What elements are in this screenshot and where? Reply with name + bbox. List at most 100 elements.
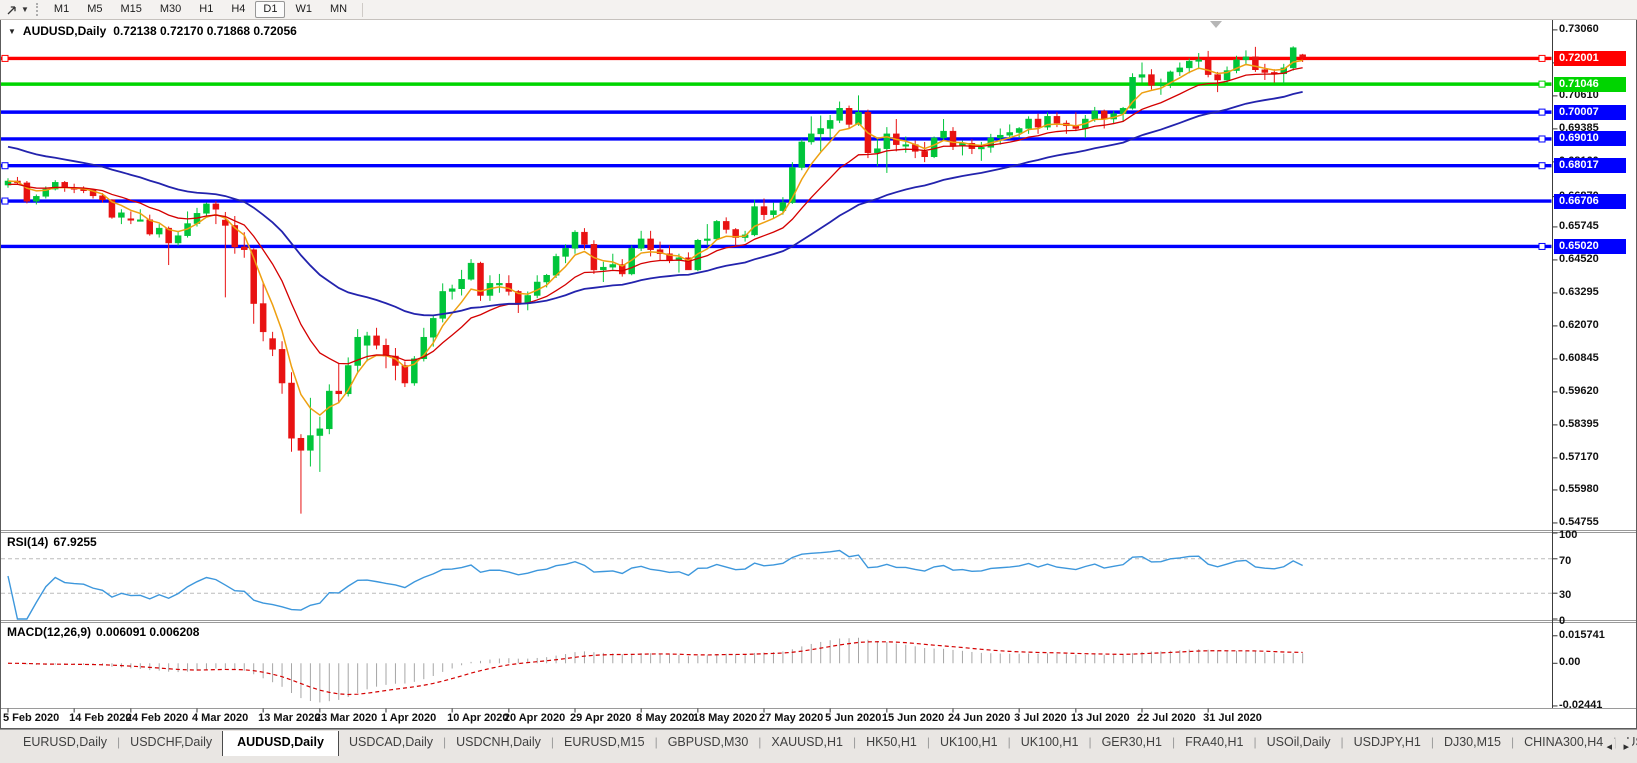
- rsi-name: RSI(14): [7, 535, 48, 549]
- date-axis-label: 8 May 2020: [636, 712, 694, 724]
- symbol-dropdown-icon[interactable]: ▼: [8, 27, 16, 36]
- tab-eurusd-daily[interactable]: EURUSD,Daily: [13, 731, 117, 753]
- timeframe-buttons-group: M1M5M15M30H1H4D1W1MN: [45, 1, 356, 18]
- timeframe-button-D1[interactable]: D1: [255, 1, 285, 18]
- tab-uk100-h1[interactable]: UK100,H1: [1011, 731, 1089, 753]
- symbol-period-label: AUDUSD,Daily: [23, 24, 106, 38]
- date-axis-label: 1 Apr 2020: [381, 712, 436, 724]
- hline-handle: [1539, 55, 1545, 61]
- hline-price-badge: 0.69010: [1554, 131, 1626, 146]
- chart-title: ▼ AUDUSD,Daily 0.72138 0.72170 0.71868 0…: [8, 24, 297, 38]
- symbol-tabs: EURUSD,Daily|USDCHF,DailyAUDUSD,DailyUSD…: [0, 731, 1637, 758]
- date-axis-label: 20 Apr 2020: [504, 712, 565, 724]
- chart-overlay: ▼ AUDUSD,Daily 0.72138 0.72170 0.71868 0…: [0, 0, 1637, 730]
- price-axis-tick: 0.65745: [1559, 220, 1599, 233]
- hline-price-badge: 0.65020: [1554, 239, 1626, 254]
- macd-signal-line: [8, 642, 1303, 695]
- tab-fra40-h1[interactable]: FRA40,H1: [1175, 731, 1253, 753]
- hline-price-badge: 0.71046: [1554, 77, 1626, 92]
- price-axis-tick: 0.58395: [1559, 418, 1599, 431]
- hline-handle: [1539, 136, 1545, 142]
- rsi-axis-label: 30: [1559, 589, 1571, 602]
- timeframe-button-M1[interactable]: M1: [46, 1, 77, 18]
- rsi-indicator-label: RSI(14)67.9255: [7, 535, 102, 549]
- tab-eurusd-m15[interactable]: EURUSD,M15: [554, 731, 655, 753]
- date-axis-label: 24 Feb 2020: [126, 712, 188, 724]
- tab-usdchf-daily[interactable]: USDCHF,Daily: [120, 731, 222, 753]
- timeframe-button-W1[interactable]: W1: [287, 1, 320, 18]
- macd-axis-label: -0.02441: [1559, 699, 1602, 712]
- macd-indicator-label: MACD(12,26,9)0.006091 0.006208: [7, 625, 204, 639]
- price-axis-tick: 0.68160: [1559, 155, 1599, 168]
- price-axis-tick: 0.55980: [1559, 483, 1599, 496]
- hline-handle: [2, 55, 8, 61]
- price-axis-tick: 0.59620: [1559, 385, 1599, 398]
- macd-histogram: [8, 638, 1303, 703]
- timeframe-button-H4[interactable]: H4: [223, 1, 253, 18]
- date-axis-label: 13 Jul 2020: [1071, 712, 1130, 724]
- chart-canvas: [0, 0, 1637, 730]
- tab-audusd-daily[interactable]: AUDUSD,Daily: [222, 731, 339, 756]
- date-axis-label: 22 Jul 2020: [1137, 712, 1196, 724]
- hline-handle: [2, 163, 8, 169]
- toolbar-separator: [362, 3, 363, 17]
- date-axis-label: 5 Jun 2020: [825, 712, 881, 724]
- tab-usoil-daily[interactable]: USOil,Daily: [1257, 731, 1341, 753]
- date-axis-label: 4 Mar 2020: [192, 712, 248, 724]
- tab-usdcnh-daily[interactable]: USDCNH,Daily: [446, 731, 551, 753]
- chart-window-border: [1, 20, 1637, 729]
- hline-handle: [1539, 243, 1545, 249]
- hline-handle: [2, 198, 8, 204]
- date-axis-label: 14 Feb 2020: [69, 712, 131, 724]
- price-axis-tick: 0.64520: [1559, 253, 1599, 266]
- date-axis-label: 18 May 2020: [693, 712, 757, 724]
- candles-group: [5, 46, 1306, 513]
- tab-gbpusd-m30[interactable]: GBPUSD,M30: [658, 731, 759, 753]
- timeframe-button-M5[interactable]: M5: [79, 1, 110, 18]
- hline-price-badge: 0.68017: [1554, 158, 1626, 173]
- tab-usdcad-daily[interactable]: USDCAD,Daily: [339, 731, 443, 753]
- date-axis-label: 5 Feb 2020: [3, 712, 59, 724]
- price-axis-tick: 0.62070: [1559, 319, 1599, 332]
- date-axis-label: 10 Apr 2020: [447, 712, 508, 724]
- rsi-axis-label: 0: [1559, 615, 1565, 628]
- tab-dj30-m15[interactable]: DJ30,M15: [1434, 731, 1511, 753]
- moving-average-line: [8, 92, 1303, 315]
- chart-shift-marker[interactable]: [1210, 21, 1222, 28]
- hline-handle: [1539, 81, 1545, 87]
- timeframe-button-M15[interactable]: M15: [112, 1, 149, 18]
- date-axis-label: 27 May 2020: [759, 712, 823, 724]
- timeframe-button-H1[interactable]: H1: [191, 1, 221, 18]
- rsi-axis-label: 100: [1559, 529, 1577, 542]
- tabs-scroll-left-button[interactable]: ◂: [1603, 739, 1615, 754]
- tabs-scroll-right-button[interactable]: ▸: [1620, 739, 1632, 754]
- tool-dropdown-arrow-icon[interactable]: ▼: [21, 5, 29, 14]
- hline-price-badge: 0.70007: [1554, 105, 1626, 120]
- date-axis-label: 3 Jul 2020: [1014, 712, 1067, 724]
- price-axis-tick: 0.66870: [1559, 190, 1599, 203]
- crosshair-tool-icon[interactable]: [3, 2, 21, 17]
- macd-current-values: 0.006091 0.006208: [96, 625, 199, 639]
- macd-axis-label: 0.015741: [1559, 629, 1605, 642]
- timeframe-button-MN[interactable]: MN: [322, 1, 355, 18]
- date-axis-label: 15 Jun 2020: [882, 712, 944, 724]
- price-axis-tick: 0.54755: [1559, 516, 1599, 529]
- hline-handle: [1539, 109, 1545, 115]
- rsi-axis-label: 70: [1559, 555, 1571, 568]
- rsi-line: [8, 550, 1303, 619]
- date-axis-label: 31 Jul 2020: [1203, 712, 1262, 724]
- tab-ger30-h1[interactable]: GER30,H1: [1092, 731, 1172, 753]
- moving-average-line: [8, 60, 1303, 415]
- price-axis-tick: 0.71835: [1559, 56, 1599, 69]
- date-axis-label: 23 Mar 2020: [315, 712, 377, 724]
- tab-china300-h4[interactable]: CHINA300,H4: [1514, 731, 1613, 753]
- top-toolbar: ▼ M1M5M15M30H1H4D1W1MN: [0, 0, 1637, 20]
- date-axis-label: 13 Mar 2020: [258, 712, 320, 724]
- hline-price-badge: 0.72001: [1554, 51, 1626, 66]
- tab-uk100-h1[interactable]: UK100,H1: [930, 731, 1008, 753]
- tab-usdjpy-h1[interactable]: USDJPY,H1: [1344, 731, 1431, 753]
- timeframe-button-M30[interactable]: M30: [152, 1, 189, 18]
- ohlc-values: 0.72138 0.72170 0.71868 0.72056: [113, 24, 297, 38]
- tab-hk50-h1[interactable]: HK50,H1: [856, 731, 927, 753]
- tab-xauusd-h1[interactable]: XAUUSD,H1: [761, 731, 853, 753]
